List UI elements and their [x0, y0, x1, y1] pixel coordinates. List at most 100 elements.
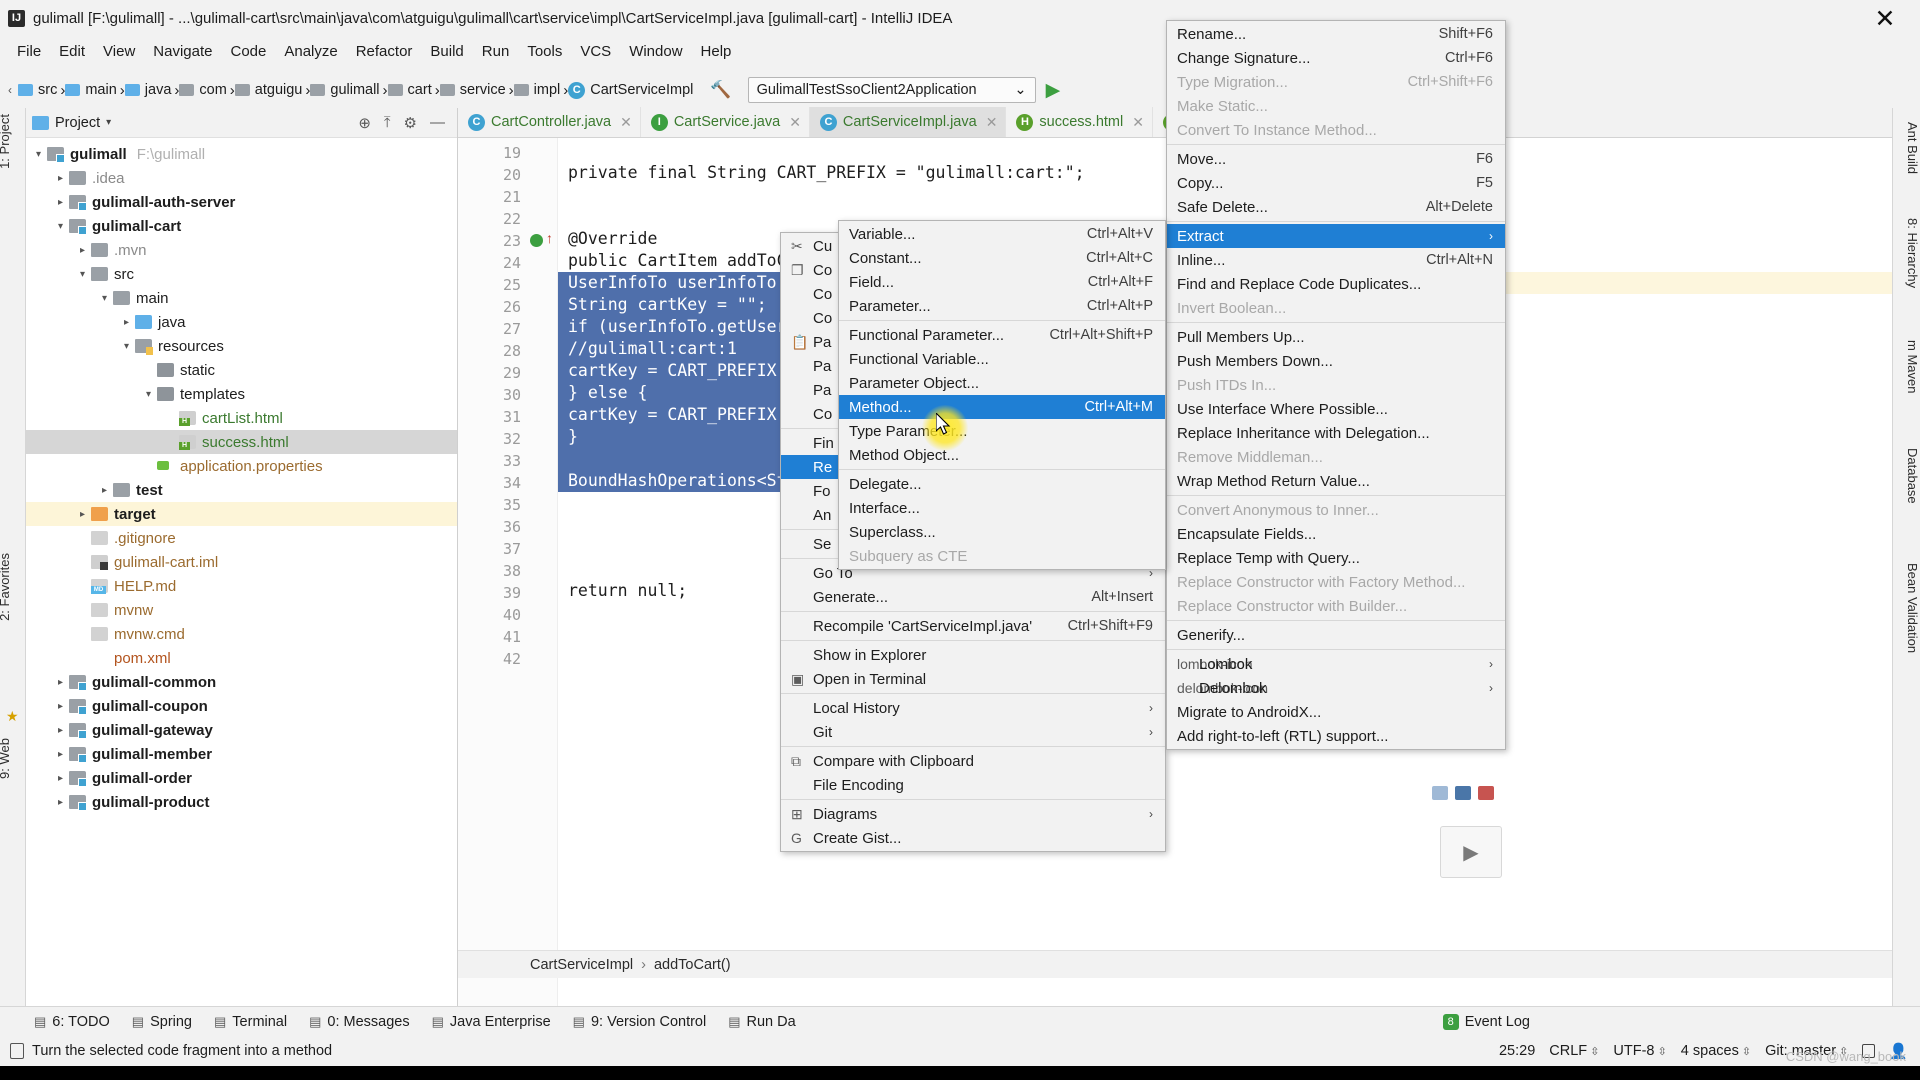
- chevron-open-icon[interactable]: [74, 269, 91, 280]
- breadcrumb-item-com[interactable]: com: [179, 82, 227, 98]
- menu-item-delombok[interactable]: delombok-icon Delombok ›: [1167, 676, 1505, 700]
- tool-window-9-version-control[interactable]: ▤ 9: Version Control: [573, 1014, 707, 1030]
- menu-item-local-history[interactable]: Local History ›: [781, 696, 1165, 720]
- chevron-closed-icon[interactable]: [52, 677, 69, 688]
- menu-item-open-in-terminal[interactable]: ▣ Open in Terminal: [781, 667, 1165, 691]
- menu-item-rename[interactable]: Rename... Shift+F6: [1167, 22, 1505, 46]
- menu-item-replace-temp-with-query[interactable]: Replace Temp with Query...: [1167, 546, 1505, 570]
- menu-refactor[interactable]: Refactor: [347, 41, 422, 62]
- sidebar-item-database[interactable]: Database: [1892, 448, 1920, 504]
- menu-item-variable[interactable]: Variable... Ctrl+Alt+V: [839, 222, 1165, 246]
- refactor-context-menu[interactable]: Rename... Shift+F6 Change Signature... Ctrl…: [1166, 20, 1506, 750]
- sidebar-item-favorites[interactable]: 2: Favorites: [0, 553, 23, 621]
- menu-help[interactable]: Help: [692, 41, 741, 62]
- tree-node-gulimall-order[interactable]: gulimall-order: [26, 766, 457, 790]
- menu-view[interactable]: View: [94, 41, 144, 62]
- sidebar-item-project[interactable]: 1: Project: [0, 114, 23, 169]
- keyboard-icon[interactable]: [1432, 786, 1448, 800]
- menu-code[interactable]: Code: [221, 41, 275, 62]
- close-tab-icon[interactable]: ✕: [620, 114, 632, 131]
- menu-item-compare-with-clipboard[interactable]: ⧉ Compare with Clipboard: [781, 749, 1165, 773]
- chevron-closed-icon[interactable]: [52, 749, 69, 760]
- menu-item-file-encoding[interactable]: File Encoding: [781, 773, 1165, 797]
- floating-run-widget[interactable]: ▶: [1440, 826, 1502, 878]
- tree-node-gulimall-cart[interactable]: gulimall-cart: [26, 214, 457, 238]
- tree-node--mvn[interactable]: .mvn: [26, 238, 457, 262]
- menu-item-diagrams[interactable]: ⊞ Diagrams ›: [781, 802, 1165, 826]
- breadcrumb-item-impl[interactable]: impl: [513, 82, 560, 98]
- menu-item-method-object[interactable]: Method Object...: [839, 443, 1165, 467]
- tree-node-mvnw[interactable]: mvnw: [26, 598, 457, 622]
- menu-item-inline[interactable]: Inline... Ctrl+Alt+N: [1167, 248, 1505, 272]
- tool-window-terminal[interactable]: ▤ Terminal: [214, 1014, 287, 1030]
- menu-item-use-interface-where-possible[interactable]: Use Interface Where Possible...: [1167, 397, 1505, 421]
- menu-item-method[interactable]: Method... Ctrl+Alt+M: [839, 395, 1165, 419]
- tree-node-gulimall-common[interactable]: gulimall-common: [26, 670, 457, 694]
- gear-icon[interactable]: ⚙: [404, 114, 417, 132]
- menu-item-recompile-cartserviceimpl-java[interactable]: Recompile 'CartServiceImpl.java' Ctrl+Shi…: [781, 614, 1165, 638]
- tool-window-spring[interactable]: ▤ Spring: [132, 1014, 192, 1030]
- sidebar-item-maven[interactable]: m Maven: [1892, 340, 1920, 393]
- menu-item-extract[interactable]: Extract ›: [1167, 224, 1505, 248]
- override-arrow-icon[interactable]: ↑: [546, 230, 553, 246]
- menu-item-type-parameter[interactable]: Type Parameter...: [839, 419, 1165, 443]
- close-tab-icon[interactable]: ✕: [986, 114, 998, 131]
- tree-node-templates[interactable]: templates: [26, 382, 457, 406]
- menu-item-replace-inheritance-with-delegation[interactable]: Replace Inheritance with Delegation...: [1167, 421, 1505, 445]
- event-log-button[interactable]: 8 Event Log: [1442, 1013, 1530, 1030]
- menu-item-interface[interactable]: Interface...: [839, 496, 1165, 520]
- breadcrumb-class[interactable]: CartServiceImpl: [530, 957, 633, 973]
- menu-run[interactable]: Run: [473, 41, 519, 62]
- menu-item-show-in-explorer[interactable]: Show in Explorer: [781, 643, 1165, 667]
- menu-item-parameter-object[interactable]: Parameter Object...: [839, 371, 1165, 395]
- breadcrumb-item-atguigu[interactable]: atguigu: [234, 82, 302, 98]
- menu-item-wrap-method-return-value[interactable]: Wrap Method Return Value...: [1167, 469, 1505, 493]
- menu-item-migrate-to-androidx[interactable]: Migrate to AndroidX...: [1167, 700, 1505, 724]
- breadcrumb-item-cart[interactable]: cart: [387, 82, 432, 98]
- chevron-closed-icon[interactable]: [52, 173, 69, 184]
- tool-window-6-todo[interactable]: ▤ 6: TODO: [34, 1014, 110, 1030]
- collapse-all-icon[interactable]: ⤒: [384, 114, 391, 131]
- menu-item-delegate[interactable]: Delegate...: [839, 472, 1165, 496]
- editor-gutter[interactable]: ↑ 19 20 21 22 23 24 25 26 27 28 29 30 31 32 33 34 35 36 37…: [458, 138, 558, 1006]
- chevron-open-icon[interactable]: [52, 221, 69, 232]
- tree-node-gulimall-member[interactable]: gulimall-member: [26, 742, 457, 766]
- tree-node-gulimall-product[interactable]: gulimall-product: [26, 790, 457, 814]
- menu-item-safe-delete[interactable]: Safe Delete... Alt+Delete: [1167, 195, 1505, 219]
- tree-node-gulimall[interactable]: gulimall F:\gulimall: [26, 142, 457, 166]
- sidebar-item-bean-validation[interactable]: Bean Validation: [1892, 563, 1920, 653]
- chevron-closed-icon[interactable]: [52, 725, 69, 736]
- menu-edit[interactable]: Edit: [50, 41, 94, 62]
- tree-node-application-properties[interactable]: application.properties: [26, 454, 457, 478]
- menu-item-superclass[interactable]: Superclass...: [839, 520, 1165, 544]
- menu-file[interactable]: File: [8, 41, 50, 62]
- menu-vcs[interactable]: VCS: [571, 41, 620, 62]
- menu-item-push-members-down[interactable]: Push Members Down...: [1167, 349, 1505, 373]
- tree-node-pom-xml[interactable]: pom.xml: [26, 646, 457, 670]
- chevron-closed-icon[interactable]: [74, 245, 91, 256]
- menu-item-parameter[interactable]: Parameter... Ctrl+Alt+P: [839, 294, 1165, 318]
- editor-tab-cartcontroller-java[interactable]: C CartController.java ✕: [458, 107, 641, 137]
- menu-item-git[interactable]: Git ›: [781, 720, 1165, 744]
- tree-node--gitignore[interactable]: .gitignore: [26, 526, 457, 550]
- nav-scroll-left-icon[interactable]: ‹: [2, 83, 18, 97]
- chevron-closed-icon[interactable]: [74, 509, 91, 520]
- tree-node-resources[interactable]: resources: [26, 334, 457, 358]
- editor-tab-cartservice-java[interactable]: I CartService.java ✕: [641, 107, 810, 137]
- menu-item-generate[interactable]: Generate... Alt+Insert: [781, 585, 1165, 609]
- breadcrumb-item-src[interactable]: src: [18, 82, 57, 98]
- bug-icon[interactable]: [1478, 786, 1494, 800]
- locate-icon[interactable]: ⊕: [358, 114, 371, 132]
- tree-node-src[interactable]: src: [26, 262, 457, 286]
- tool-window-run-da[interactable]: ▤ Run Da: [728, 1014, 795, 1030]
- menu-item-pull-members-up[interactable]: Pull Members Up...: [1167, 325, 1505, 349]
- menu-tools[interactable]: Tools: [518, 41, 571, 62]
- chevron-closed-icon[interactable]: [96, 485, 113, 496]
- menu-analyze[interactable]: Analyze: [275, 41, 346, 62]
- chevron-down-icon[interactable]: ▾: [106, 117, 111, 128]
- tree-node-gulimall-gateway[interactable]: gulimall-gateway: [26, 718, 457, 742]
- minimize-icon[interactable]: —: [430, 114, 445, 131]
- tree-node-mvnw-cmd[interactable]: mvnw.cmd: [26, 622, 457, 646]
- tree-node-help-md[interactable]: HELP.md: [26, 574, 457, 598]
- close-button[interactable]: ✕: [1868, 6, 1902, 32]
